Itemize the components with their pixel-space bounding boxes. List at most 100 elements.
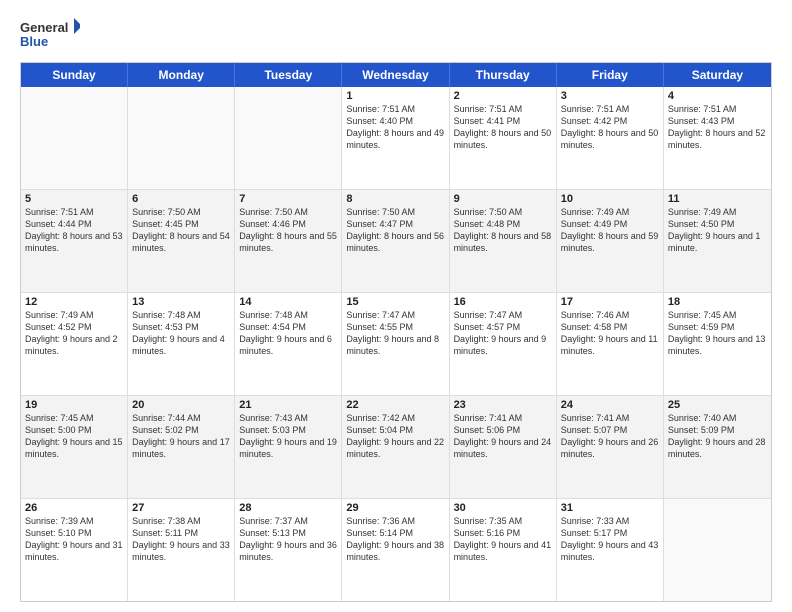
day-number: 3: [561, 90, 659, 102]
calendar-cell: [128, 87, 235, 189]
svg-text:Blue: Blue: [20, 34, 48, 49]
calendar-cell: 15Sunrise: 7:47 AMSunset: 4:55 PMDayligh…: [342, 293, 449, 395]
calendar-cell: 8Sunrise: 7:50 AMSunset: 4:47 PMDaylight…: [342, 190, 449, 292]
day-number: 21: [239, 399, 337, 411]
day-header-sunday: Sunday: [21, 63, 128, 87]
logo: General Blue: [20, 16, 80, 54]
calendar-cell: 22Sunrise: 7:42 AMSunset: 5:04 PMDayligh…: [342, 396, 449, 498]
cell-info: Sunrise: 7:49 AMSunset: 4:52 PMDaylight:…: [25, 309, 123, 358]
calendar-cell: [235, 87, 342, 189]
day-number: 2: [454, 90, 552, 102]
calendar-cell: 26Sunrise: 7:39 AMSunset: 5:10 PMDayligh…: [21, 499, 128, 601]
calendar-cell: 17Sunrise: 7:46 AMSunset: 4:58 PMDayligh…: [557, 293, 664, 395]
cell-info: Sunrise: 7:40 AMSunset: 5:09 PMDaylight:…: [668, 412, 767, 461]
calendar-cell: 20Sunrise: 7:44 AMSunset: 5:02 PMDayligh…: [128, 396, 235, 498]
day-number: 5: [25, 193, 123, 205]
calendar-week-3: 12Sunrise: 7:49 AMSunset: 4:52 PMDayligh…: [21, 293, 771, 396]
day-number: 12: [25, 296, 123, 308]
cell-info: Sunrise: 7:35 AMSunset: 5:16 PMDaylight:…: [454, 515, 552, 564]
cell-info: Sunrise: 7:41 AMSunset: 5:06 PMDaylight:…: [454, 412, 552, 461]
calendar-cell: [664, 499, 771, 601]
calendar-week-1: 1Sunrise: 7:51 AMSunset: 4:40 PMDaylight…: [21, 87, 771, 190]
day-number: 23: [454, 399, 552, 411]
day-number: 16: [454, 296, 552, 308]
day-number: 18: [668, 296, 767, 308]
calendar-cell: 12Sunrise: 7:49 AMSunset: 4:52 PMDayligh…: [21, 293, 128, 395]
cell-info: Sunrise: 7:45 AMSunset: 4:59 PMDaylight:…: [668, 309, 767, 358]
day-number: 11: [668, 193, 767, 205]
cell-info: Sunrise: 7:50 AMSunset: 4:47 PMDaylight:…: [346, 206, 444, 255]
svg-text:General: General: [20, 20, 68, 35]
day-header-thursday: Thursday: [450, 63, 557, 87]
day-number: 26: [25, 502, 123, 514]
calendar-cell: 16Sunrise: 7:47 AMSunset: 4:57 PMDayligh…: [450, 293, 557, 395]
calendar-cell: 27Sunrise: 7:38 AMSunset: 5:11 PMDayligh…: [128, 499, 235, 601]
cell-info: Sunrise: 7:51 AMSunset: 4:44 PMDaylight:…: [25, 206, 123, 255]
cell-info: Sunrise: 7:47 AMSunset: 4:57 PMDaylight:…: [454, 309, 552, 358]
calendar-cell: 1Sunrise: 7:51 AMSunset: 4:40 PMDaylight…: [342, 87, 449, 189]
calendar-cell: 9Sunrise: 7:50 AMSunset: 4:48 PMDaylight…: [450, 190, 557, 292]
day-header-tuesday: Tuesday: [235, 63, 342, 87]
calendar-cell: 6Sunrise: 7:50 AMSunset: 4:45 PMDaylight…: [128, 190, 235, 292]
day-number: 4: [668, 90, 767, 102]
calendar-cell: 3Sunrise: 7:51 AMSunset: 4:42 PMDaylight…: [557, 87, 664, 189]
day-number: 14: [239, 296, 337, 308]
day-number: 31: [561, 502, 659, 514]
day-number: 27: [132, 502, 230, 514]
logo-svg: General Blue: [20, 16, 80, 54]
day-header-saturday: Saturday: [664, 63, 771, 87]
calendar-cell: 2Sunrise: 7:51 AMSunset: 4:41 PMDaylight…: [450, 87, 557, 189]
calendar-cell: 18Sunrise: 7:45 AMSunset: 4:59 PMDayligh…: [664, 293, 771, 395]
calendar-cell: 28Sunrise: 7:37 AMSunset: 5:13 PMDayligh…: [235, 499, 342, 601]
day-header-monday: Monday: [128, 63, 235, 87]
cell-info: Sunrise: 7:51 AMSunset: 4:42 PMDaylight:…: [561, 103, 659, 152]
day-number: 24: [561, 399, 659, 411]
calendar-cell: 21Sunrise: 7:43 AMSunset: 5:03 PMDayligh…: [235, 396, 342, 498]
cell-info: Sunrise: 7:44 AMSunset: 5:02 PMDaylight:…: [132, 412, 230, 461]
day-number: 22: [346, 399, 444, 411]
calendar-cell: 30Sunrise: 7:35 AMSunset: 5:16 PMDayligh…: [450, 499, 557, 601]
calendar-cell: 4Sunrise: 7:51 AMSunset: 4:43 PMDaylight…: [664, 87, 771, 189]
calendar-cell: 11Sunrise: 7:49 AMSunset: 4:50 PMDayligh…: [664, 190, 771, 292]
cell-info: Sunrise: 7:39 AMSunset: 5:10 PMDaylight:…: [25, 515, 123, 564]
calendar-week-2: 5Sunrise: 7:51 AMSunset: 4:44 PMDaylight…: [21, 190, 771, 293]
calendar-week-4: 19Sunrise: 7:45 AMSunset: 5:00 PMDayligh…: [21, 396, 771, 499]
day-number: 29: [346, 502, 444, 514]
calendar-cell: 24Sunrise: 7:41 AMSunset: 5:07 PMDayligh…: [557, 396, 664, 498]
calendar-cell: [21, 87, 128, 189]
page: General Blue SundayMondayTuesdayWednesda…: [0, 0, 792, 612]
cell-info: Sunrise: 7:42 AMSunset: 5:04 PMDaylight:…: [346, 412, 444, 461]
cell-info: Sunrise: 7:50 AMSunset: 4:48 PMDaylight:…: [454, 206, 552, 255]
day-number: 6: [132, 193, 230, 205]
cell-info: Sunrise: 7:48 AMSunset: 4:54 PMDaylight:…: [239, 309, 337, 358]
cell-info: Sunrise: 7:51 AMSunset: 4:43 PMDaylight:…: [668, 103, 767, 152]
calendar-cell: 31Sunrise: 7:33 AMSunset: 5:17 PMDayligh…: [557, 499, 664, 601]
day-number: 9: [454, 193, 552, 205]
cell-info: Sunrise: 7:33 AMSunset: 5:17 PMDaylight:…: [561, 515, 659, 564]
day-number: 1: [346, 90, 444, 102]
cell-info: Sunrise: 7:48 AMSunset: 4:53 PMDaylight:…: [132, 309, 230, 358]
calendar: SundayMondayTuesdayWednesdayThursdayFrid…: [20, 62, 772, 602]
cell-info: Sunrise: 7:41 AMSunset: 5:07 PMDaylight:…: [561, 412, 659, 461]
day-number: 10: [561, 193, 659, 205]
calendar-cell: 29Sunrise: 7:36 AMSunset: 5:14 PMDayligh…: [342, 499, 449, 601]
cell-info: Sunrise: 7:45 AMSunset: 5:00 PMDaylight:…: [25, 412, 123, 461]
cell-info: Sunrise: 7:46 AMSunset: 4:58 PMDaylight:…: [561, 309, 659, 358]
day-header-wednesday: Wednesday: [342, 63, 449, 87]
calendar-body: 1Sunrise: 7:51 AMSunset: 4:40 PMDaylight…: [21, 87, 771, 601]
cell-info: Sunrise: 7:43 AMSunset: 5:03 PMDaylight:…: [239, 412, 337, 461]
calendar-header-row: SundayMondayTuesdayWednesdayThursdayFrid…: [21, 63, 771, 87]
day-number: 28: [239, 502, 337, 514]
cell-info: Sunrise: 7:51 AMSunset: 4:40 PMDaylight:…: [346, 103, 444, 152]
cell-info: Sunrise: 7:51 AMSunset: 4:41 PMDaylight:…: [454, 103, 552, 152]
day-header-friday: Friday: [557, 63, 664, 87]
day-number: 20: [132, 399, 230, 411]
day-number: 30: [454, 502, 552, 514]
calendar-cell: 13Sunrise: 7:48 AMSunset: 4:53 PMDayligh…: [128, 293, 235, 395]
calendar-cell: 7Sunrise: 7:50 AMSunset: 4:46 PMDaylight…: [235, 190, 342, 292]
calendar-cell: 23Sunrise: 7:41 AMSunset: 5:06 PMDayligh…: [450, 396, 557, 498]
day-number: 15: [346, 296, 444, 308]
cell-info: Sunrise: 7:50 AMSunset: 4:45 PMDaylight:…: [132, 206, 230, 255]
cell-info: Sunrise: 7:50 AMSunset: 4:46 PMDaylight:…: [239, 206, 337, 255]
header: General Blue: [20, 16, 772, 54]
